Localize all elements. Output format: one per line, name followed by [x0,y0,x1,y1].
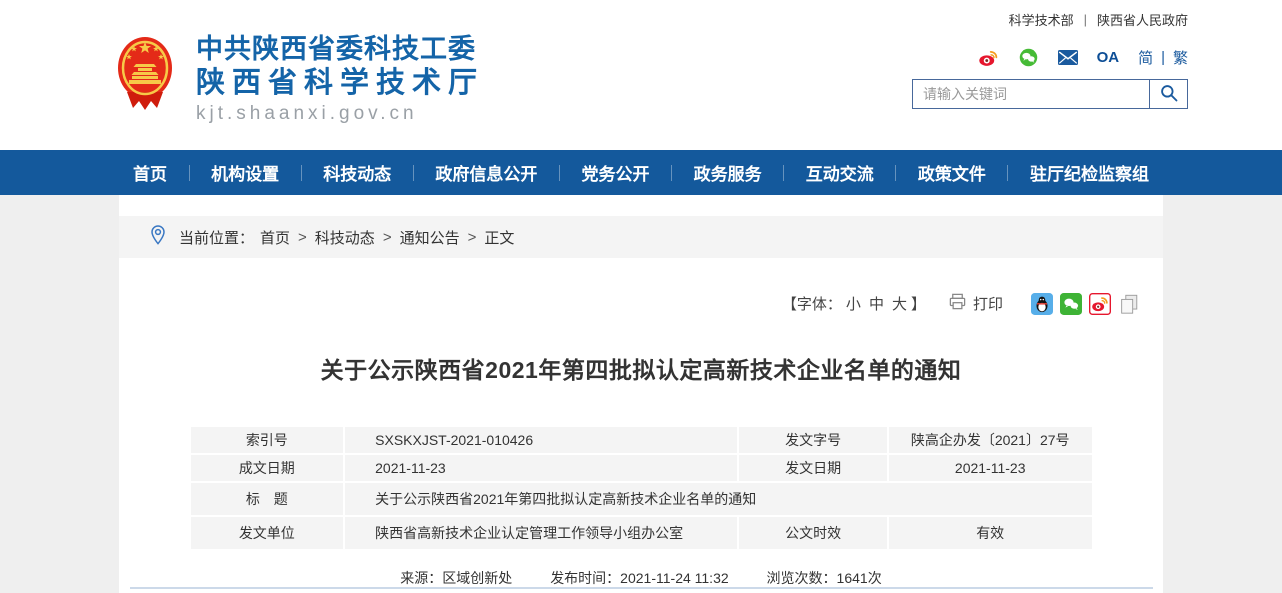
main-nav: 首页 机构设置 科技动态 政府信息公开 党务公开 政务服务 互动交流 政策文件 … [0,150,1282,195]
breadcrumb-current: 正文 [484,227,514,248]
nav-separator [559,165,560,181]
content-divider [130,587,1153,589]
quick-icons-row: OA 简 | 繁 [912,46,1188,68]
site-url: kjt.shaanxi.gov.cn [196,103,484,125]
nav-separator [413,165,414,181]
nav-separator [301,165,302,181]
nav-item-news[interactable]: 科技动态 [323,160,391,185]
printer-icon [948,292,967,315]
font-size-medium[interactable]: 中 [869,293,884,314]
article-toolbar: 【字体： 小 中 大 】 打印 [119,292,1163,315]
nav-separator [895,165,896,181]
nav-separator [783,165,784,181]
search-button[interactable] [1149,80,1187,108]
nav-item-policy[interactable]: 政策文件 [918,160,986,185]
font-size-large[interactable]: 大 [892,293,907,314]
lang-traditional[interactable]: 繁 [1173,47,1188,68]
meta-value-index: SXSKXJST-2021-010426 [344,426,738,454]
link-shaanxi-gov[interactable]: 陕西省人民政府 [1097,10,1188,29]
views-label: 浏览次数：1641次 [767,570,882,586]
weibo-icon[interactable] [978,47,999,68]
mail-icon[interactable] [1058,50,1078,65]
print-button[interactable]: 打印 [948,292,1003,315]
language-switch: 简 | 繁 [1138,47,1188,68]
search-input[interactable] [913,86,1149,102]
meta-value-issue-date: 2021-11-23 [888,454,1093,482]
search-icon [1159,83,1179,106]
meta-value-issuer: 陕西省高新技术企业认定管理工作领导小组办公室 [344,516,738,550]
table-row: 索引号 SXSKXJST-2021-010426 发文字号 陕高企办发〔2021… [190,426,1093,454]
share-weibo-icon[interactable] [1089,293,1111,315]
meta-label-validity: 公文时效 [738,516,888,550]
nav-item-party[interactable]: 党务公开 [582,160,650,185]
nav-item-gov-info[interactable]: 政府信息公开 [435,160,537,185]
top-bar: 科学技术部 | 陕西省人民政府 [1009,10,1188,29]
site-logo[interactable]: 中共陕西省委科技工委 陕西省科学技术厅 kjt.shaanxi.gov.cn [114,34,484,125]
nav-item-org[interactable]: 机构设置 [211,160,279,185]
share-icons [1031,293,1140,315]
meta-value-title: 关于公示陕西省2021年第四批拟认定高新技术企业名单的通知 [344,482,1092,516]
breadcrumb-separator: > [298,229,307,246]
meta-value-written-date: 2021-11-23 [344,454,738,482]
source-label: 来源：区域创新处 [400,570,512,586]
font-size-prefix: 【字体： [782,293,842,314]
article-source-row: 来源：区域创新处 发布时间：2021-11-24 11:32 浏览次数：1641… [119,568,1163,588]
wechat-icon[interactable] [1018,47,1039,68]
lang-divider: | [1161,49,1165,66]
table-row: 发文单位 陕西省高新技术企业认定管理工作领导小组办公室 公文时效 有效 [190,516,1093,550]
breadcrumb-separator: > [468,229,477,246]
nav-item-services[interactable]: 政务服务 [694,160,762,185]
nav-item-interaction[interactable]: 互动交流 [806,160,874,185]
meta-label-written-date: 成文日期 [190,454,345,482]
meta-label-issuer: 发文单位 [190,516,345,550]
breadcrumb-separator: > [383,229,392,246]
top-links-divider: | [1084,12,1087,27]
breadcrumb: 当前位置： 首页 > 科技动态 > 通知公告 > 正文 [119,216,1163,258]
breadcrumb-home[interactable]: 首页 [260,227,290,248]
font-size-suffix: 】 [911,293,926,314]
breadcrumb-news[interactable]: 科技动态 [315,227,375,248]
copy-icon[interactable] [1118,293,1140,315]
oa-link[interactable]: OA [1097,49,1120,66]
print-label: 打印 [973,293,1003,314]
location-pin-icon [149,224,167,250]
meta-value-doc-number: 陕高企办发〔2021〕27号 [888,426,1093,454]
meta-label-title: 标 题 [190,482,345,516]
link-most[interactable]: 科学技术部 [1009,10,1074,29]
content-card: 当前位置： 首页 > 科技动态 > 通知公告 > 正文 【字体： 小 中 大 】… [119,195,1163,593]
table-row: 成文日期 2021-11-23 发文日期 2021-11-23 [190,454,1093,482]
nav-separator [671,165,672,181]
meta-value-validity: 有效 [888,516,1093,550]
breadcrumb-notices[interactable]: 通知公告 [400,227,460,248]
meta-label-index: 索引号 [190,426,345,454]
meta-label-issue-date: 发文日期 [738,454,888,482]
search-box [912,79,1188,109]
lang-simplified[interactable]: 简 [1138,47,1153,68]
breadcrumb-prefix: 当前位置： [179,227,254,248]
nav-separator [1007,165,1008,181]
org-title-block: 中共陕西省委科技工委 陕西省科学技术厅 kjt.shaanxi.gov.cn [196,34,484,125]
meta-label-doc-number: 发文字号 [738,426,888,454]
font-size-small[interactable]: 小 [846,293,861,314]
article-title: 关于公示陕西省2021年第四批拟认定高新技术企业名单的通知 [119,351,1163,385]
org-name-line1: 中共陕西省委科技工委 [196,34,484,65]
share-wechat-icon[interactable] [1060,293,1082,315]
nav-item-home[interactable]: 首页 [133,160,167,185]
national-emblem-icon [114,34,176,119]
publish-time-label: 发布时间：2021-11-24 11:32 [550,570,728,586]
document-meta-table: 索引号 SXSKXJST-2021-010426 发文字号 陕高企办发〔2021… [189,425,1094,551]
share-qq-icon[interactable] [1031,293,1053,315]
nav-item-discipline[interactable]: 驻厅纪检监察组 [1030,160,1149,185]
org-name-line2: 陕西省科学技术厅 [196,66,484,100]
nav-separator [189,165,190,181]
table-row: 标 题 关于公示陕西省2021年第四批拟认定高新技术企业名单的通知 [190,482,1093,516]
header-right: OA 简 | 繁 [912,46,1188,109]
